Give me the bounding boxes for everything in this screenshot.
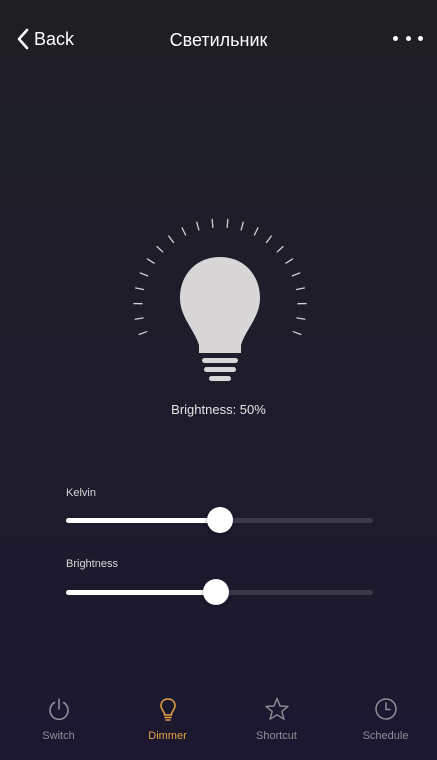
tab-label: Switch: [42, 730, 75, 742]
lightbulb-icon: [159, 698, 176, 721]
tab-schedule[interactable]: Schedule: [331, 688, 437, 760]
brightness-tick: [285, 258, 294, 264]
slider-thumb[interactable]: [203, 579, 230, 605]
brightness-tick: [196, 221, 200, 231]
brightness-tick: [296, 317, 306, 320]
brightness-tick: [135, 287, 145, 291]
brightness-tick: [134, 317, 144, 320]
brightness-tick: [276, 245, 284, 253]
brightness-tick: [265, 235, 273, 244]
brightness-tick: [211, 218, 214, 228]
tab-label: Schedule: [362, 730, 409, 742]
tab-bar: Switch Dimmer Shortcut Schedule: [0, 688, 437, 760]
tab-label: Dimmer: [148, 730, 187, 742]
tab-dimmer[interactable]: Dimmer: [113, 688, 222, 760]
brightness-tick: [181, 227, 187, 236]
brightness-tick: [291, 272, 301, 277]
navigation-bar: Back Светильник: [0, 0, 437, 78]
brightness-tick: [139, 272, 149, 277]
more-dot-icon: [418, 35, 423, 41]
power-icon: [48, 698, 69, 721]
tab-shortcut[interactable]: Shortcut: [222, 688, 331, 760]
brightness-tick: [292, 331, 302, 336]
kelvin-label: Kelvin: [66, 487, 96, 499]
more-options-button[interactable]: [393, 30, 423, 46]
brightness-tick: [253, 227, 259, 236]
brightness-label: Brightness: [66, 558, 118, 570]
more-dot-icon: [405, 35, 411, 41]
brightness-readout: Brightness: 50%: [171, 402, 266, 417]
star-icon: [264, 697, 289, 720]
brightness-tick: [240, 221, 244, 231]
slider-fill: [66, 590, 217, 595]
clock-icon: [374, 698, 397, 720]
bulb-illustration: [118, 205, 323, 390]
brightness-tick: [167, 235, 175, 244]
lightbulb-icon: [133, 218, 307, 381]
brightness-tick: [146, 258, 155, 264]
tab-switch[interactable]: Switch: [4, 688, 113, 760]
brightness-tick: [138, 331, 148, 336]
page-title: Светильник: [169, 30, 268, 50]
brightness-tick: [156, 245, 164, 253]
tab-label: Shortcut: [256, 730, 297, 742]
kelvin-slider[interactable]: [66, 507, 373, 533]
brightness-slider[interactable]: [66, 579, 373, 605]
brightness-tick: [295, 287, 305, 291]
brightness-tick: [226, 218, 229, 228]
more-dot-icon: [393, 35, 398, 41]
slider-fill: [66, 518, 220, 523]
slider-thumb[interactable]: [206, 507, 233, 533]
